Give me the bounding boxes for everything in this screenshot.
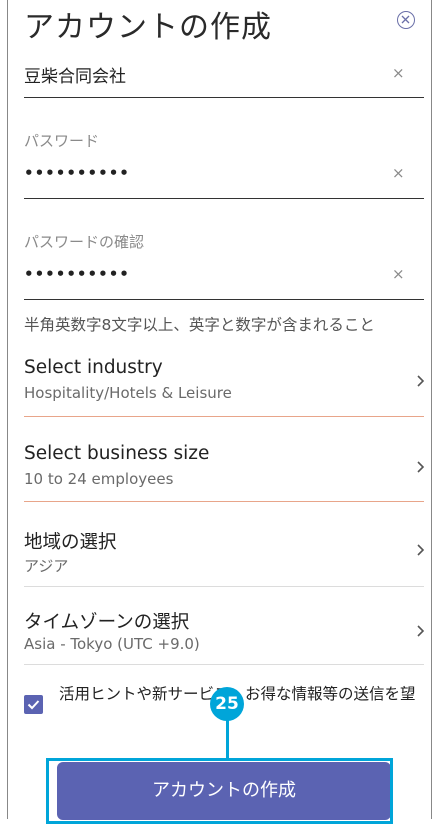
chevron-right-icon (417, 544, 425, 556)
opt-in-checkbox[interactable] (24, 695, 43, 714)
select-industry-title: Select industry (24, 357, 163, 378)
select-business-size-title: Select business size (24, 443, 210, 464)
select-timezone-value: Asia - Tokyo (UTC +9.0) (24, 635, 200, 653)
select-industry[interactable]: Select industry Hospitality/Hotels & Lei… (24, 357, 425, 417)
business-size-separator (24, 501, 424, 502)
select-region-value: アジア (24, 557, 69, 575)
select-region[interactable]: 地域の選択 アジア (24, 528, 425, 586)
select-region-title: 地域の選択 (24, 532, 117, 553)
clear-password-button[interactable]: × (392, 164, 405, 182)
select-timezone-title: タイムゾーンの選択 (24, 612, 190, 633)
close-icon[interactable] (397, 11, 415, 29)
select-industry-value: Hospitality/Hotels & Leisure (24, 384, 232, 402)
confirm-password-label: パスワードの確認 (24, 233, 145, 251)
company-name-field[interactable]: 豆柴合同会社 (24, 62, 126, 87)
callout-number-badge: 25 (210, 687, 244, 721)
password-field-underline (24, 198, 424, 199)
confirm-password-field[interactable]: •••••••••• (24, 265, 130, 283)
page-title: アカウントの作成 (24, 10, 272, 45)
frame-left-border (7, 0, 8, 819)
select-business-size-value: 10 to 24 employees (24, 470, 174, 488)
clear-confirm-password-button[interactable]: × (392, 265, 405, 283)
timezone-separator (24, 664, 424, 665)
region-separator (24, 586, 424, 587)
chevron-right-icon (417, 625, 425, 637)
confirm-field-underline (24, 299, 424, 300)
select-timezone[interactable]: タイムゾーンの選択 Asia - Tokyo (UTC +9.0) (24, 608, 425, 666)
callout-highlight-box (46, 758, 393, 824)
opt-in-label: 活用ヒントや新サービス、お得な情報等の送信を望 (59, 686, 438, 702)
clear-company-button[interactable]: × (392, 64, 405, 82)
password-hint: 半角英数字8文字以上、英字と数字が含まれること (24, 316, 375, 334)
checkmark-icon (27, 700, 40, 710)
chevron-right-icon (417, 375, 425, 387)
password-field[interactable]: •••••••••• (24, 164, 130, 182)
select-business-size[interactable]: Select business size 10 to 24 employees (24, 443, 425, 503)
company-field-underline (24, 97, 424, 98)
password-label: パスワード (24, 132, 100, 150)
industry-separator (24, 416, 424, 417)
chevron-right-icon (417, 461, 425, 473)
